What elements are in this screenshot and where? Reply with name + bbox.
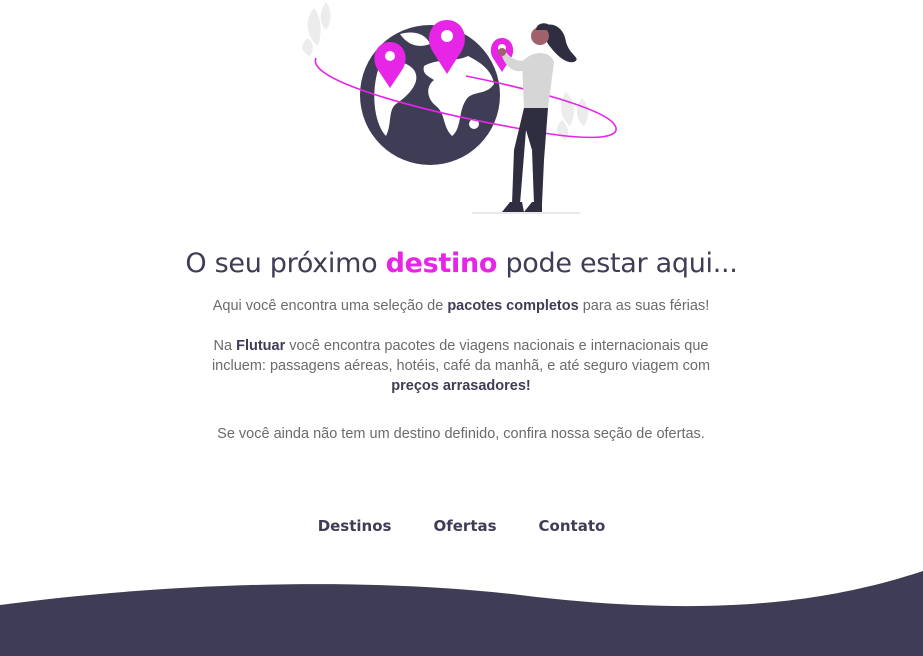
leaf-icon: [302, 2, 331, 56]
footer-wave: [0, 571, 923, 656]
offers-paragraph: Se você ainda não tem um destino definid…: [217, 426, 705, 442]
nav-link-ofertas[interactable]: Ofertas: [433, 517, 496, 535]
travel-illustration: [302, 2, 617, 214]
main-nav: Destinos Ofertas Contato: [0, 517, 923, 535]
intro-paragraph: Aqui você encontra uma seleção de pacote…: [212, 298, 710, 314]
nav-link-contato[interactable]: Contato: [539, 517, 606, 535]
title-accent-word: destino: [385, 248, 498, 279]
page-title: O seu próximo destino pode estar aqui...: [185, 248, 738, 279]
description-paragraph: Na Flutuar você encontra pacotes de viag…: [211, 338, 711, 394]
nav-link-destinos[interactable]: Destinos: [318, 517, 392, 535]
